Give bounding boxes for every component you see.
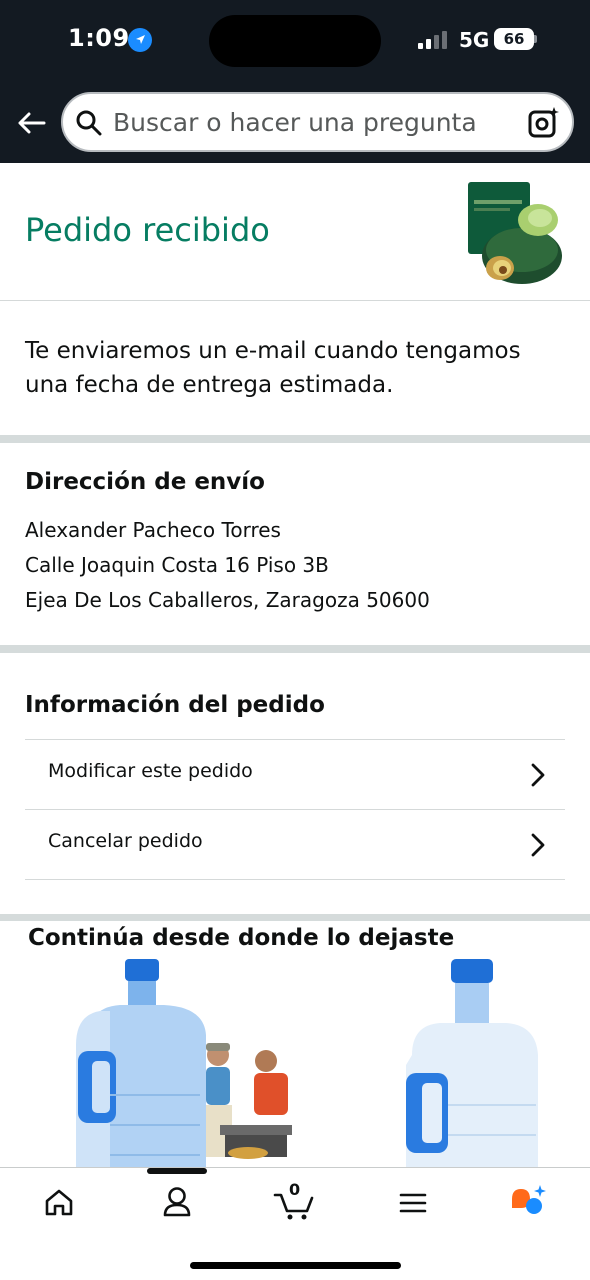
nav-cart[interactable]: 0 (271, 1180, 321, 1223)
order-info-heading: Información del pedido (25, 692, 325, 718)
row-divider (25, 879, 565, 880)
search-bar[interactable] (61, 92, 574, 152)
product-card-water-jug-1[interactable] (70, 955, 300, 1167)
menu-icon (399, 1193, 427, 1213)
shipping-heading: Dirección de envío (25, 469, 265, 495)
app-header: 1:09 5G 66 (0, 0, 590, 163)
cart-count: 0 (289, 1180, 301, 1199)
shipping-street: Calle Joaquin Costa 16 Piso 3B (25, 553, 329, 577)
modify-order-label: Modificar este pedido (48, 760, 253, 782)
product-card-water-jug-2[interactable] (400, 955, 546, 1167)
cancel-order-label: Cancelar pedido (48, 830, 203, 852)
active-tab-indicator (147, 1168, 207, 1174)
home-indicator (190, 1262, 401, 1269)
back-arrow-icon[interactable] (14, 106, 48, 140)
section-divider (0, 435, 590, 443)
cancel-order-link[interactable]: Cancelar pedido (25, 809, 565, 879)
search-input[interactable] (113, 102, 513, 142)
nav-assistant[interactable] (506, 1183, 556, 1223)
page-title: Pedido recibido (25, 211, 270, 249)
battery-level: 66 (494, 28, 534, 50)
section-divider (0, 914, 590, 921)
nav-account[interactable] (152, 1183, 202, 1223)
assistant-icon (512, 1185, 546, 1214)
continue-shopping-heading: Continúa desde donde lo dejaste (28, 925, 455, 951)
chevron-right-icon (531, 763, 545, 787)
search-icon (76, 110, 102, 136)
home-icon (45, 1189, 73, 1216)
product-thumbnail[interactable] (460, 178, 570, 290)
modify-order-link[interactable]: Modificar este pedido (25, 739, 565, 809)
status-time: 1:09 (68, 24, 130, 52)
account-icon (163, 1187, 191, 1217)
camera-search-icon[interactable] (527, 105, 561, 139)
section-divider (0, 645, 590, 653)
nav-menu[interactable] (388, 1183, 438, 1223)
order-received-section: Pedido recibido (0, 163, 590, 301)
signal-icon (418, 31, 447, 49)
location-arrow-icon (128, 28, 152, 52)
shipping-city: Ejea De Los Caballeros, Zaragoza 50600 (25, 588, 430, 612)
nav-home[interactable] (34, 1183, 84, 1223)
chevron-right-icon (531, 833, 545, 857)
delivery-message: Te enviaremos un e-mail cuando tengamos … (25, 338, 521, 398)
dynamic-island (209, 15, 381, 67)
network-type: 5G (459, 28, 490, 52)
shipping-name: Alexander Pacheco Torres (25, 518, 281, 542)
battery-icon: 66 (494, 28, 537, 50)
